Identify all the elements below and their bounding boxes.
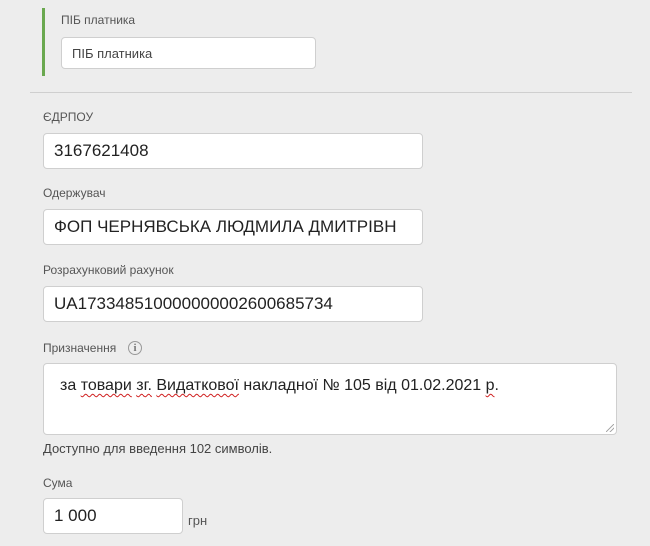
payer-label: ПІБ платника (61, 13, 136, 27)
recipient-label: Одержувач (43, 186, 106, 200)
account-input[interactable] (43, 286, 423, 322)
purpose-label: Призначення (43, 341, 117, 355)
purpose-text: за товари зг. Видаткової накладної № 105… (60, 377, 499, 394)
edrpou-label: ЄДРПОУ (43, 110, 94, 124)
section-divider (30, 92, 632, 93)
amount-input[interactable] (43, 498, 183, 534)
chars-remaining-hint: Доступно для введення 102 символів. (43, 441, 273, 456)
amount-label: Сума (43, 476, 73, 490)
account-label: Розрахунковий рахунок (43, 263, 174, 277)
info-icon[interactable]: i (128, 341, 142, 355)
resize-grip-icon[interactable] (606, 424, 614, 432)
currency-label: грн (188, 513, 208, 528)
recipient-input[interactable] (43, 209, 423, 245)
edrpou-input[interactable] (43, 133, 423, 169)
purpose-textarea[interactable]: за товари зг. Видаткової накладної № 105… (43, 363, 617, 435)
payer-name-input[interactable] (61, 37, 316, 69)
